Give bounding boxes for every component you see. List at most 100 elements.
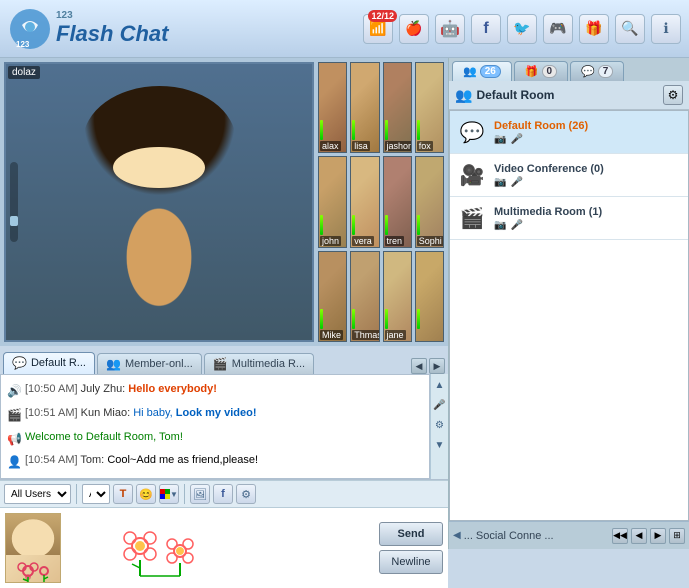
room-sub-default: 📷 🎤 [494,134,682,145]
msg-time: [10:51 AM] [25,407,81,419]
video-thumb[interactable]: lisa [350,62,379,153]
tab-online-users[interactable]: 👥 26 [452,61,512,81]
msg-sender: July Zhu: [81,383,129,395]
search-btn[interactable]: 🔍 [615,14,645,44]
video-thumb[interactable]: Thmas [350,251,379,342]
msg-text-bold: Look my video! [176,407,257,419]
color-btn[interactable]: ▼ [159,484,179,504]
notification-badge-btn[interactable]: 📶 12/12 [363,14,393,44]
room-settings-btn[interactable]: ⚙ [663,85,683,105]
room-item-default[interactable]: 💬 Default Room (26) 📷 🎤 [450,111,688,154]
main-video[interactable]: dolaz [4,62,314,342]
main-video-label: dolaz [8,66,40,79]
newline-button[interactable]: Newline [379,550,443,574]
volume-slider[interactable] [10,162,18,242]
msg-text: Cool~Add me as friend,please! [107,454,258,466]
video-thumb[interactable]: vera [350,156,379,247]
msg-content: [10:54 AM] Tom: Cool~Add me as friend,pl… [25,453,258,468]
logo-area: 123 123 Flash Chat [8,7,363,51]
bb-prev-btn[interactable]: ◀◀ [612,528,628,544]
video-thumb-label: john [320,236,341,246]
room-camera-icon: 📷 [494,134,506,145]
more-options-btn[interactable]: ⚙ [236,484,256,504]
gift-btn[interactable]: 🎁 [579,14,609,44]
room-name-default: Default Room (26) [494,120,682,132]
gamepad-btn[interactable]: 🎮 [543,14,573,44]
room-name-multimedia: Multimedia Room (1) [494,206,682,218]
room-header-title: Default Room [476,88,659,102]
facebook-share-btn[interactable]: f [213,484,233,504]
tab-prev-btn[interactable]: ◀ [411,358,427,374]
right-tabs: 👥 26 🎁 0 💬 7 [449,58,689,81]
scroll-down-btn[interactable]: ▼ [433,438,447,452]
msg-text: Hello everybody! [128,383,217,395]
tab-gifts[interactable]: 🎁 0 [514,61,568,81]
room-mic-icon: 🎤 [510,134,522,145]
video-thumb[interactable]: jashon [383,62,412,153]
image-btn[interactable]: 🖼 [190,484,210,504]
apple-btn[interactable]: 🍎 [399,14,429,44]
room-item-video-conf[interactable]: 🎥 Video Conference (0) 📷 🎤 [450,154,688,197]
bb-fwd-btn[interactable]: ▶ [650,528,666,544]
room-item-multimedia[interactable]: 🎬 Multimedia Room (1) 📷 🎤 [450,197,688,240]
right-panel: 👥 26 🎁 0 💬 7 👥 Default Room ⚙ 💬 Defa [449,58,689,549]
input-toolbar: All Users A T 😊 [0,480,448,508]
messages-area[interactable]: 🔊 [10:50 AM] July Zhu: Hello everybody! … [0,374,430,479]
video-thumb[interactable]: Mike [318,251,347,342]
video-bar [320,215,323,235]
video-bar [320,120,323,140]
video-bar [417,120,420,140]
bottom-label: ... Social Conne ... [464,530,609,542]
video-thumb[interactable] [415,251,444,342]
tab-multimedia[interactable]: 🎬 Multimedia R... [204,353,314,374]
tab-chat-rooms[interactable]: 💬 7 [570,61,624,81]
msg-tools: ▲ 🎤 ⚙ ▼ [430,374,448,479]
video-thumb-label: jashon [385,141,412,151]
bb-back-btn[interactable]: ◀ [631,528,647,544]
mic-btn[interactable]: 🎤 [433,398,447,412]
room-camera-icon: 📷 [494,177,506,188]
logo-num: 123 [56,10,168,21]
room-header-icon: 👥 [455,87,472,104]
video-thumb[interactable]: tren [383,156,412,247]
tab-member-online[interactable]: 👥 Member-onl... [97,353,202,374]
font-size-select[interactable]: A [82,484,110,504]
message-row: 🎬 [10:51 AM] Kun Miao: Hi baby, Look my … [7,403,423,427]
bold-btn[interactable]: T [113,484,133,504]
online-icon: 👥 [463,65,477,78]
android-btn[interactable]: 🤖 [435,14,465,44]
twitter-btn[interactable]: 🐦 [507,14,537,44]
messages-container: 🔊 [10:50 AM] July Zhu: Hello everybody! … [0,374,448,480]
video-thumb[interactable]: john [318,156,347,247]
video-bar [417,215,420,235]
tab-default-room[interactable]: 💬 Default R... [3,352,95,374]
send-button[interactable]: Send [379,522,443,546]
video-thumb[interactable]: alax [318,62,347,153]
volume-thumb[interactable] [10,216,18,226]
msg-system-icon: 📢 [7,431,22,448]
separator [76,484,77,504]
video-thumb[interactable]: Sophi [415,156,444,247]
msg-sender: Kun Miao: [81,407,134,419]
drawing-area[interactable] [66,508,374,588]
main-content: dolaz alax lisa jashon [0,58,689,549]
video-thumb[interactable]: fox [415,62,444,153]
users-select[interactable]: All Users [4,484,71,504]
info-btn[interactable]: ℹ [651,14,681,44]
video-thumb-label: jane [385,330,406,340]
msg-time: [10:50 AM] [25,383,81,395]
logo-icon: 123 [8,7,52,51]
video-thumb-label: Mike [320,330,343,340]
facebook-btn[interactable]: f [471,14,501,44]
video-thumb[interactable]: jane [383,251,412,342]
header: 123 123 Flash Chat 📶 12/12 🍎 🤖 f 🐦 🎮 🎁 🔍… [0,0,689,58]
bb-expand-btn[interactable]: ⊞ [669,528,685,544]
tabs-bar: 💬 Default R... 👥 Member-onl... 🎬 Multime… [0,346,448,374]
emoji-btn[interactable]: 😊 [136,484,156,504]
scroll-up-btn[interactable]: ▲ [433,378,447,392]
tab-next-btn[interactable]: ▶ [429,358,445,374]
msg-sender: Tom: [80,454,107,466]
message-row: 👤 [10:54 AM] Tom: Cool~Add me as friend,… [7,450,423,474]
settings-btn[interactable]: ⚙ [433,418,447,432]
expand-btn[interactable]: ◀ [453,530,461,541]
